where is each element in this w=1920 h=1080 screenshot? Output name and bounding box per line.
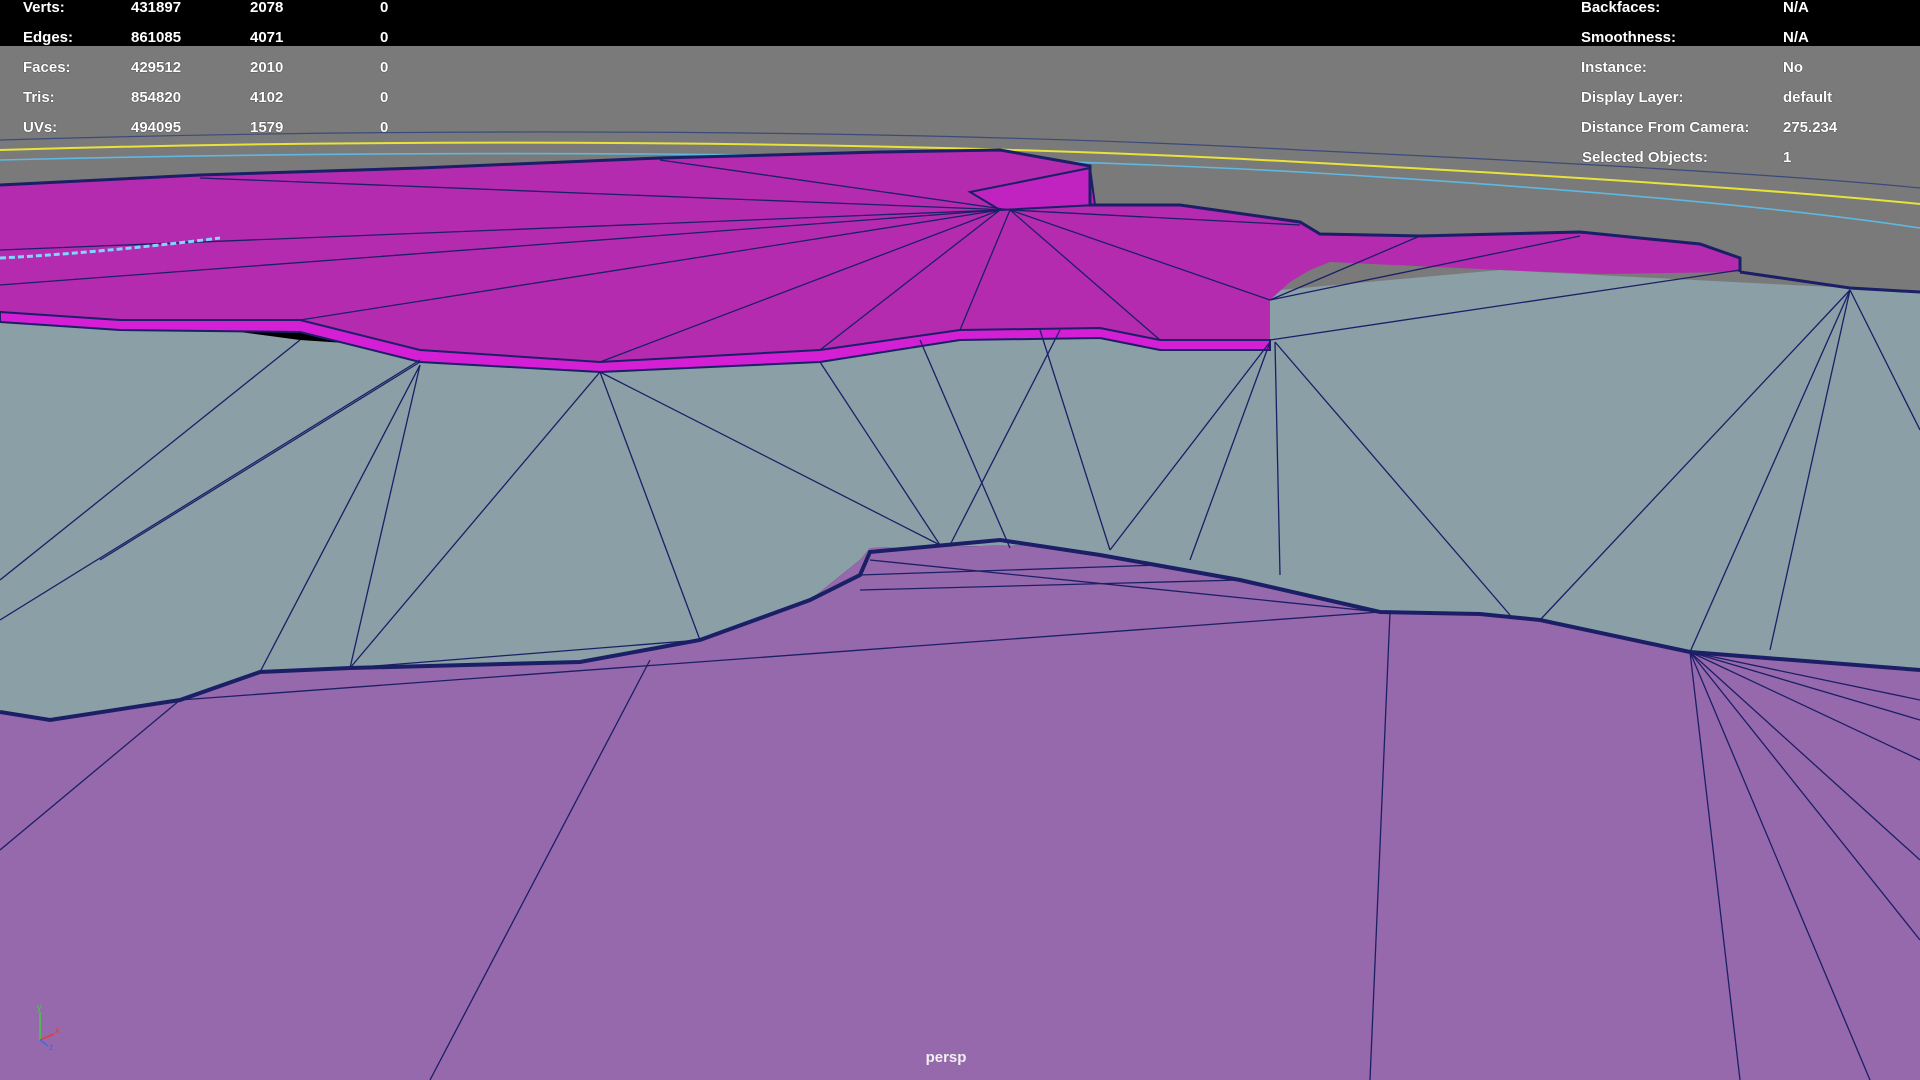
hud-label: Tris: — [23, 89, 55, 106]
hud-label: Selected Objects: — [1582, 149, 1708, 166]
poly-count-hud: Verts: 431897 2078 0 Edges: 861085 4071 … — [0, 0, 420, 140]
hud-label: Distance From Camera: — [1581, 119, 1750, 136]
hud-total: 861085 — [131, 29, 182, 46]
hud-selected: 2010 — [250, 59, 284, 76]
hud-label: Faces: — [23, 59, 71, 76]
hud-label: Smoothness: — [1581, 29, 1677, 46]
maya-persp-viewport[interactable]: Verts: 431897 2078 0 Edges: 861085 4071 … — [0, 0, 1920, 1080]
hud-value: default — [1783, 89, 1833, 106]
object-details-hud: Backfaces: N/A Smoothness: N/A Instance:… — [1570, 0, 1920, 170]
camera-name-label: persp — [925, 1049, 967, 1066]
hud-tri: 0 — [380, 0, 389, 16]
hud-value: 275.234 — [1783, 119, 1838, 136]
hud-selected: 2078 — [250, 0, 284, 16]
axis-y-label: y — [37, 1002, 42, 1012]
axis-gizmo-icon: y x z — [37, 1002, 60, 1050]
hud-tri: 0 — [380, 29, 389, 46]
hud-label: Verts: — [23, 0, 65, 16]
hud-selected: 4102 — [250, 89, 284, 106]
hud-selected: 1579 — [250, 119, 284, 136]
hud-label: Display Layer: — [1581, 89, 1684, 106]
hud-value: 1 — [1783, 149, 1792, 166]
hud-tri: 0 — [380, 89, 389, 106]
hud-total: 431897 — [131, 0, 182, 16]
hud-value: N/A — [1783, 0, 1809, 16]
hud-value: No — [1783, 59, 1803, 76]
hud-label: Edges: — [23, 29, 74, 46]
hud-total: 854820 — [131, 89, 182, 106]
hud-total: 429512 — [131, 59, 182, 76]
hud-label: UVs: — [23, 119, 58, 136]
hud-label: Backfaces: — [1581, 0, 1661, 16]
axis-x-label: x — [55, 1025, 60, 1035]
hud-value: N/A — [1783, 29, 1809, 46]
hud-label: Instance: — [1581, 59, 1647, 76]
hud-tri: 0 — [380, 59, 389, 76]
hud-total: 494095 — [131, 119, 182, 136]
hud-selected: 4071 — [250, 29, 284, 46]
hud-tri: 0 — [380, 119, 389, 136]
